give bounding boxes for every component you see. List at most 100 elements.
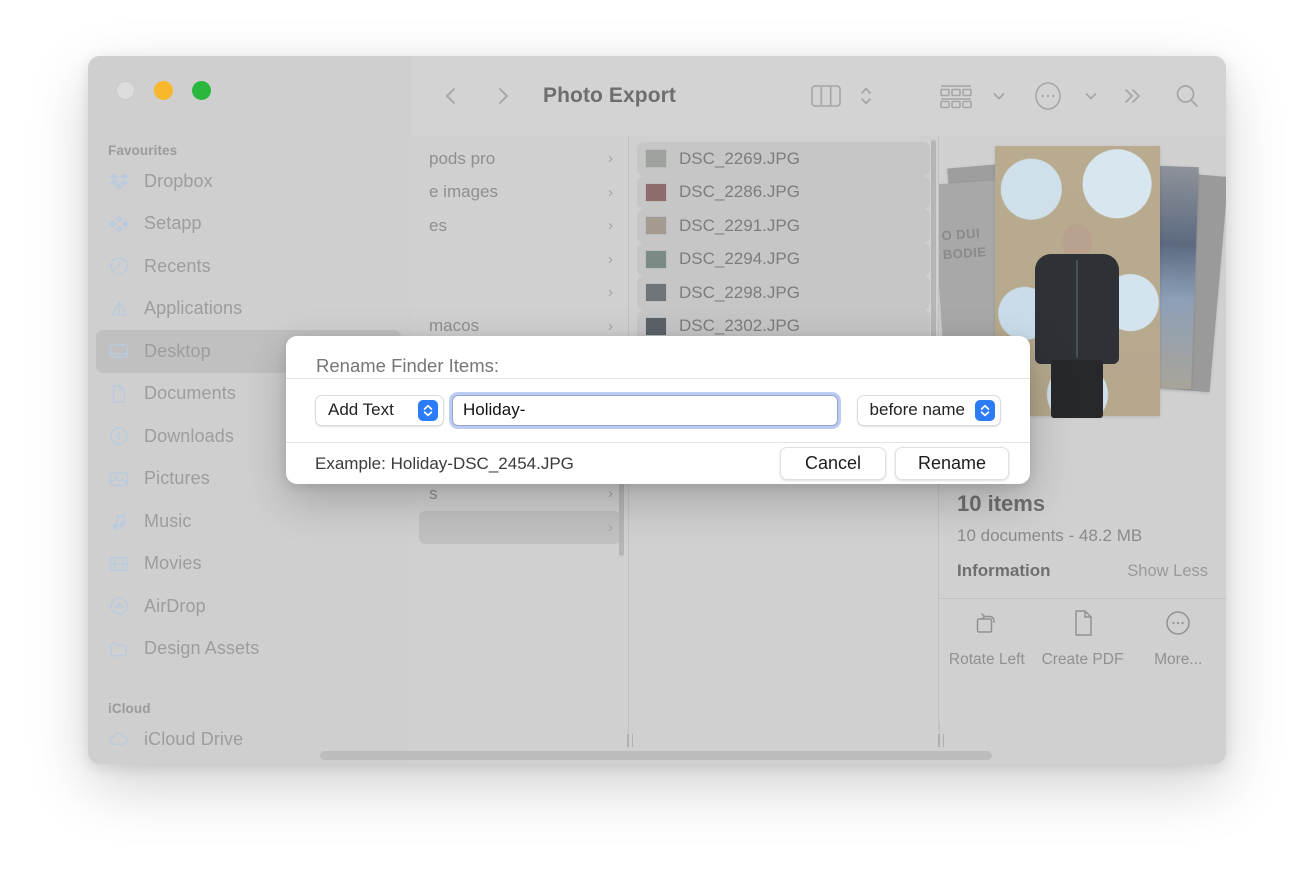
sidebar-item-setapp[interactable]: Setapp [96, 203, 401, 246]
chevron-up-down-icon [975, 399, 995, 421]
sidebar-item-label: Recents [144, 255, 211, 276]
list-item[interactable]: › [419, 243, 620, 277]
file-thumbnail [645, 182, 667, 202]
file-list-item[interactable]: DSC_2286.JPG [637, 175, 930, 209]
group-by-button[interactable] [936, 56, 976, 136]
file-thumbnail [645, 149, 667, 169]
sidebar-item-label: Pictures [144, 468, 210, 489]
list-item[interactable]: › [419, 510, 620, 544]
quick-action-create-pdf[interactable]: Create PDF [1035, 608, 1131, 669]
sidebar-item-applications[interactable]: Applications [96, 288, 401, 331]
file-list-item[interactable]: DSC_2291.JPG [637, 209, 930, 243]
rename-action-select[interactable]: Add Text [315, 394, 444, 426]
music-note-icon [108, 510, 130, 532]
toolbar-overflow-button[interactable] [1121, 56, 1145, 136]
back-button[interactable] [441, 56, 461, 136]
sidebar-item-design-assets[interactable]: Design Assets [96, 628, 401, 671]
rename-example-text: Example: Holiday-DSC_2454.JPG [315, 453, 574, 473]
sidebar-item-label: Setapp [144, 213, 202, 234]
chevron-right-icon: › [608, 317, 613, 335]
sidebar-item-dropbox[interactable]: Dropbox [96, 160, 401, 203]
list-item[interactable]: pods pro › [419, 142, 620, 176]
file-list-item[interactable]: DSC_2269.JPG [637, 142, 930, 176]
pictures-icon [108, 468, 130, 490]
quick-action-rotate-left[interactable]: Rotate Left [939, 608, 1035, 669]
quick-action-label: Rotate Left [948, 651, 1025, 668]
file-list-item[interactable]: DSC_2298.JPG [637, 276, 930, 310]
chevron-right-icon: › [608, 217, 613, 235]
minimize-button[interactable] [154, 81, 173, 100]
file-name: DSC_2302.JPG [679, 316, 800, 336]
chevron-right-icon: › [608, 150, 613, 168]
chevron-right-icon [499, 88, 508, 104]
chevron-right-icon: › [608, 183, 613, 201]
sidebar-item-label: Dropbox [144, 170, 213, 191]
sidebar-item-movies[interactable]: Movies [96, 543, 401, 586]
file-name: DSC_2298.JPG [679, 282, 800, 302]
horizontal-scrollbar-thumb[interactable] [320, 751, 992, 760]
sidebar-item-label: AirDrop [144, 595, 206, 616]
sidebar-item-label: Documents [144, 383, 236, 404]
sidebar-item-recents[interactable]: Recents [96, 245, 401, 288]
rename-position-value: before name [869, 400, 965, 419]
view-mode-button[interactable] [811, 56, 841, 136]
rotate-left-icon [974, 608, 1000, 638]
chevron-right-icon: › [608, 284, 613, 302]
info-item-count: 10 items [957, 491, 1046, 516]
list-item[interactable]: › [419, 276, 620, 310]
show-less-button[interactable]: Show Less [1127, 562, 1208, 581]
info-summary: 10 documents - 48.2 MB [957, 526, 1143, 545]
file-thumbnail [645, 216, 667, 236]
chevron-up-down-icon [861, 87, 871, 105]
rename-text-input[interactable]: Holiday- [452, 394, 838, 426]
dropbox-icon [108, 170, 130, 192]
sidebar-item-label: Desktop [144, 340, 211, 361]
quick-action-more[interactable]: More... [1130, 608, 1226, 669]
document-icon [108, 383, 130, 405]
chevron-up-down-icon [418, 399, 438, 421]
rename-position-select[interactable]: before name [856, 394, 1001, 426]
file-name: DSC_2269.JPG [679, 148, 800, 168]
list-item[interactable]: e images › [419, 176, 620, 210]
more-actions-button[interactable] [1031, 56, 1065, 136]
zoom-button[interactable] [192, 81, 211, 100]
list-item-label: es [429, 215, 447, 235]
info-section-header: Information [957, 561, 1051, 580]
quick-action-label: Create PDF [1041, 651, 1124, 668]
document-icon [1071, 608, 1095, 638]
sidebar-item-label: Music [144, 510, 192, 531]
rename-button[interactable]: Rename [895, 447, 1009, 480]
forward-button[interactable] [493, 56, 513, 136]
rename-text-value: Holiday- [463, 400, 526, 419]
search-button[interactable] [1173, 56, 1201, 136]
dialog-controls-row: Add Text Holiday- before name [286, 378, 1030, 442]
close-button[interactable] [116, 81, 135, 100]
cloud-icon [108, 728, 130, 750]
sidebar-item-label: Movies [144, 553, 202, 574]
sidebar-item-label: iCloud Drive [144, 728, 244, 749]
list-item[interactable]: es › [419, 209, 620, 243]
list-item-label: pods pro [429, 148, 496, 168]
list-item-label: s [429, 483, 438, 503]
column-view-icon [811, 85, 841, 107]
sidebar-item-music[interactable]: Music [96, 500, 401, 543]
preview-subject [1029, 224, 1125, 418]
window-traffic-lights [116, 81, 211, 100]
sidebar-section-icloud: iCloud [108, 701, 151, 716]
screen: Favourites Dropbox Setapp Recents Applicati… [0, 0, 1312, 874]
column-scrollbar[interactable] [931, 140, 936, 340]
chevron-down-icon [993, 93, 1005, 100]
sidebar-item-airdrop[interactable]: AirDrop [96, 585, 401, 628]
file-list-item[interactable]: DSC_2294.JPG [637, 242, 930, 276]
file-thumbnail [645, 249, 667, 269]
sidebar-section-favourites: Favourites [108, 143, 178, 158]
double-chevron-right-icon [1125, 89, 1140, 103]
info-divider [939, 598, 1226, 599]
group-by-chevron[interactable] [991, 56, 1007, 136]
cancel-button[interactable]: Cancel [780, 447, 886, 480]
view-mode-stepper[interactable] [859, 56, 873, 136]
more-actions-chevron[interactable] [1083, 56, 1099, 136]
clock-icon [108, 255, 130, 277]
sidebar-item-label: Downloads [144, 425, 234, 446]
setapp-icon [108, 213, 130, 235]
